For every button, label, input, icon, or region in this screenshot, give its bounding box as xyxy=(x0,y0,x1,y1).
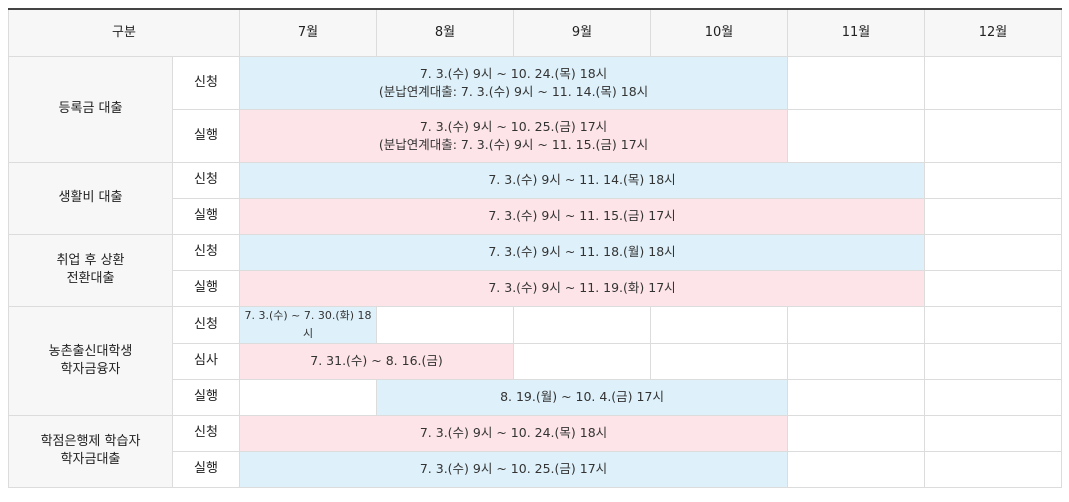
period-rural-review: 7. 31.(수) ~ 8. 16.(금) xyxy=(239,342,515,380)
stage-label: 신청 xyxy=(171,414,241,452)
empty-cell xyxy=(924,378,1063,416)
empty-cell xyxy=(924,108,1063,163)
header-month-sep: 9월 xyxy=(513,8,652,57)
period-line: 7. 3.(수) 9시 ~ 10. 25.(금) 17시 xyxy=(419,118,608,134)
header-month-nov: 11월 xyxy=(787,8,926,57)
table-header-row: 구분 7월 8월 9월 10월 11월 12월 xyxy=(7,8,1063,57)
empty-cell xyxy=(650,342,789,380)
category-rural-student-loan: 농촌출신대학생 학자금융자 xyxy=(8,305,173,416)
empty-cell xyxy=(787,305,926,344)
period-rural-apply: 7. 3.(수) ~ 7. 30.(화) 18시 xyxy=(239,305,378,344)
period-credit-bank-exec: 7. 3.(수) 9시 ~ 10. 25.(금) 17시 xyxy=(239,450,789,488)
empty-cell xyxy=(924,305,1063,344)
stage-label: 실행 xyxy=(171,450,241,488)
period-credit-bank-apply: 7. 3.(수) 9시 ~ 10. 24.(목) 18시 xyxy=(239,414,789,452)
empty-cell xyxy=(513,305,652,344)
empty-cell xyxy=(924,342,1063,380)
period-employment-apply: 7. 3.(수) 9시 ~ 11. 18.(월) 18시 xyxy=(239,233,926,271)
period-line: (분납연계대출: 7. 3.(수) 9시 ~ 11. 14.(목) 18시 xyxy=(378,83,649,99)
stage-label: 심사 xyxy=(171,342,241,380)
empty-cell xyxy=(924,161,1063,199)
header-month-dec: 12월 xyxy=(924,8,1063,57)
period-living-exec: 7. 3.(수) 9시 ~ 11. 15.(금) 17시 xyxy=(239,197,926,235)
empty-cell xyxy=(924,197,1063,235)
period-tuition-apply: 7. 3.(수) 9시 ~ 10. 24.(목) 18시 (분납연계대출: 7.… xyxy=(239,55,789,110)
stage-label: 실행 xyxy=(171,197,241,235)
category-living-loan: 생활비 대출 xyxy=(8,161,173,235)
period-employment-exec: 7. 3.(수) 9시 ~ 11. 19.(화) 17시 xyxy=(239,269,926,307)
header-month-oct: 10월 xyxy=(650,8,789,57)
stage-label: 신청 xyxy=(171,161,241,199)
header-month-aug: 8월 xyxy=(376,8,515,57)
category-line: 취업 후 상환 xyxy=(56,253,125,268)
table-row: 학점은행제 학습자 학자금대출 신청 7. 3.(수) 9시 ~ 10. 24.… xyxy=(8,414,1063,488)
period-tuition-exec: 7. 3.(수) 9시 ~ 10. 25.(금) 17시 (분납연계대출: 7.… xyxy=(239,108,789,163)
empty-cell xyxy=(787,342,926,380)
empty-cell xyxy=(924,414,1063,452)
category-line: 학자금대출 xyxy=(60,452,121,467)
category-tuition-loan: 등록금 대출 xyxy=(8,55,173,163)
stage-label: 실행 xyxy=(171,378,241,416)
category-employment-loan: 취업 후 상환 전환대출 xyxy=(8,233,173,307)
category-line: 학자금융자 xyxy=(60,361,121,377)
loan-schedule-table: 구분 7월 8월 9월 10월 11월 12월 등록금 대출 신청 7. 3.(… xyxy=(7,8,1063,488)
empty-cell xyxy=(787,55,926,110)
empty-cell xyxy=(239,378,378,416)
header-category: 구분 xyxy=(7,8,241,57)
empty-cell xyxy=(787,108,926,163)
stage-label: 신청 xyxy=(171,55,241,110)
category-credit-bank-loan: 학점은행제 학습자 학자금대출 xyxy=(8,414,173,488)
category-line: 전환대출 xyxy=(66,271,115,286)
period-living-apply: 7. 3.(수) 9시 ~ 11. 14.(목) 18시 xyxy=(239,161,926,199)
empty-cell xyxy=(513,342,652,380)
empty-cell xyxy=(650,305,789,344)
table-row: 생활비 대출 신청 7. 3.(수) 9시 ~ 11. 14.(목) 18시 xyxy=(8,161,1063,235)
period-line: (분납연계대출: 7. 3.(수) 9시 ~ 11. 15.(금) 17시 xyxy=(378,136,649,152)
empty-cell xyxy=(924,269,1063,307)
period-rural-exec: 8. 19.(월) ~ 10. 4.(금) 17시 xyxy=(376,378,789,416)
empty-cell xyxy=(787,378,926,416)
header-month-jul: 7월 xyxy=(239,8,378,57)
stage-label: 실행 xyxy=(171,269,241,307)
period-line: 7. 3.(수) 9시 ~ 10. 24.(목) 18시 xyxy=(419,65,608,81)
empty-cell xyxy=(924,233,1063,271)
empty-cell xyxy=(924,450,1063,488)
empty-cell xyxy=(924,55,1063,110)
empty-cell xyxy=(376,305,515,344)
stage-label: 실행 xyxy=(171,108,241,163)
stage-label: 신청 xyxy=(171,233,241,271)
empty-cell xyxy=(787,450,926,488)
empty-cell xyxy=(787,414,926,452)
stage-label: 신청 xyxy=(171,305,241,344)
category-line: 학점은행제 학습자 xyxy=(40,434,141,449)
table-row: 등록금 대출 신청 7. 3.(수) 9시 ~ 10. 24.(목) 18시 (… xyxy=(8,55,1063,163)
category-line: 농촌출신대학생 xyxy=(48,343,133,359)
table-row: 농촌출신대학생 학자금융자 신청 7. 3.(수) ~ 7. 30.(화) 18… xyxy=(8,305,1063,416)
table-row: 취업 후 상환 전환대출 신청 7. 3.(수) 9시 ~ 11. 18.(월)… xyxy=(8,233,1063,307)
